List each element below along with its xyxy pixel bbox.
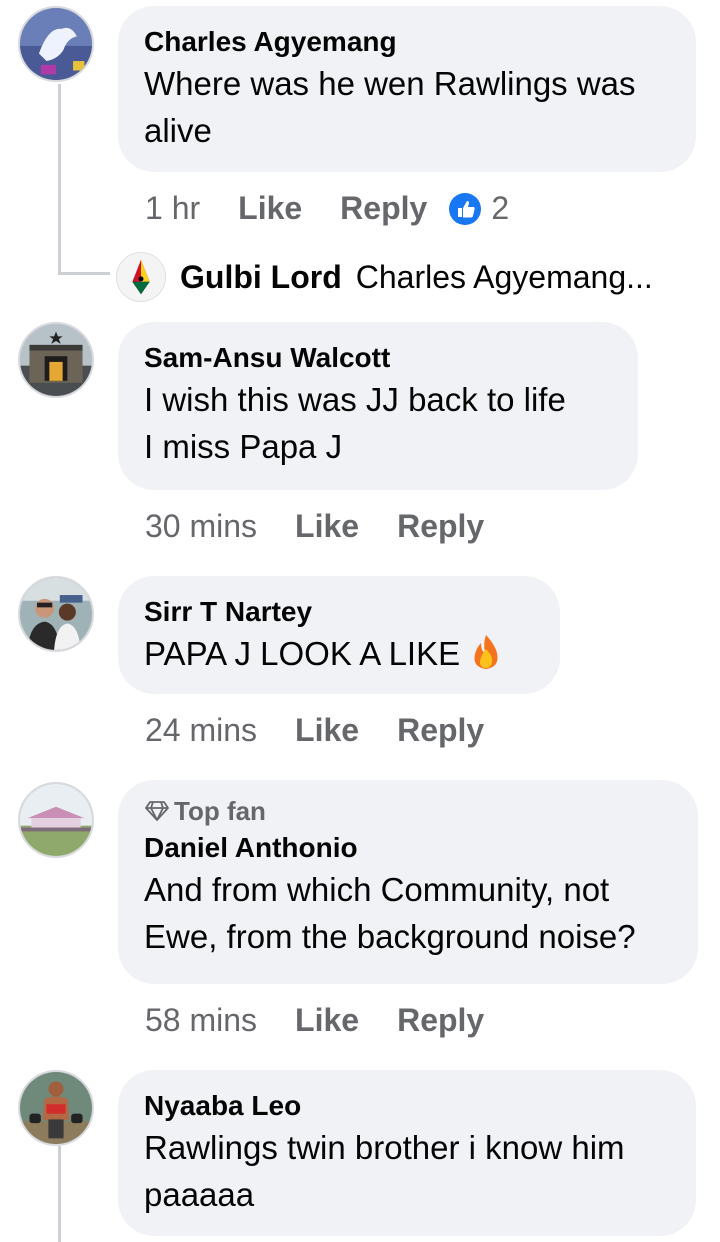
comment-actions: 58 mins Like Reply (145, 1002, 522, 1039)
commenter-name[interactable]: Daniel Anthonio (144, 830, 672, 866)
like-button[interactable]: Like (238, 190, 302, 227)
comment-bubble: Sirr T Nartey PAPA J LOOK A LIKE (118, 576, 560, 694)
comment-text: PAPA J LOOK A LIKE (144, 630, 534, 677)
thread-line (58, 1146, 61, 1242)
comment-time[interactable]: 24 mins (145, 712, 257, 749)
comment-text: Where was he wen Rawlings was alive (144, 65, 636, 149)
comment-bubble: Top fan Daniel Anthonio And from which C… (118, 780, 698, 984)
top-fan-badge: Top fan (144, 794, 672, 828)
comment-time[interactable]: 58 mins (145, 1002, 257, 1039)
reply-button[interactable]: Reply (397, 1002, 484, 1039)
commenter-name[interactable]: Sam-Ansu Walcott (144, 340, 612, 376)
comment-time[interactable]: 1 hr (145, 190, 200, 227)
comment-bubble: Charles Agyemang Where was he wen Rawlin… (118, 6, 696, 172)
like-button[interactable]: Like (295, 508, 359, 545)
comment-actions: 1 hr Like Reply 2 (145, 190, 509, 227)
comment-text: And from which Community, not Ewe, from … (144, 871, 636, 955)
reply-author-name[interactable]: Gulbi Lord (180, 259, 342, 296)
comment-actions: 30 mins Like Reply (145, 508, 522, 545)
like-button[interactable]: Like (295, 712, 359, 749)
commenter-name[interactable]: Nyaaba Leo (144, 1088, 670, 1124)
comment-text: Rawlings twin brother i know him paaaaa (144, 1129, 625, 1213)
like-reaction-icon (449, 192, 482, 225)
reaction-count-value: 2 (491, 190, 510, 226)
fire-emoji-icon (474, 635, 498, 669)
avatar[interactable] (18, 576, 94, 652)
avatar[interactable] (18, 782, 94, 858)
reply-button[interactable]: Reply (397, 508, 484, 545)
commenter-name[interactable]: Sirr T Nartey (144, 594, 534, 630)
thread-line (58, 84, 61, 274)
reply-button[interactable]: Reply (397, 712, 484, 749)
reply-avatar[interactable] (116, 252, 166, 302)
comment-actions: 24 mins Like Reply (145, 712, 522, 749)
avatar[interactable] (18, 1070, 94, 1146)
reply-preview-text: Charles Agyemang... (355, 258, 653, 295)
reply-button[interactable]: Reply (340, 190, 427, 227)
reply-preview[interactable]: Gulbi Lord Charles Agyemang... (116, 252, 653, 302)
thread-line-elbow (58, 272, 110, 275)
comment-bubble: Sam-Ansu Walcott I wish this was JJ back… (118, 322, 638, 490)
commenter-name[interactable]: Charles Agyemang (144, 24, 670, 60)
comment-time[interactable]: 30 mins (145, 508, 257, 545)
avatar[interactable] (18, 6, 94, 82)
comment-text: I wish this was JJ back to life I miss P… (144, 381, 566, 465)
comment-bubble: Nyaaba Leo Rawlings twin brother i know … (118, 1070, 696, 1236)
like-button[interactable]: Like (295, 1002, 359, 1039)
avatar[interactable] (18, 322, 94, 398)
diamond-icon (145, 801, 169, 821)
reaction-count[interactable]: 2 (449, 190, 509, 227)
